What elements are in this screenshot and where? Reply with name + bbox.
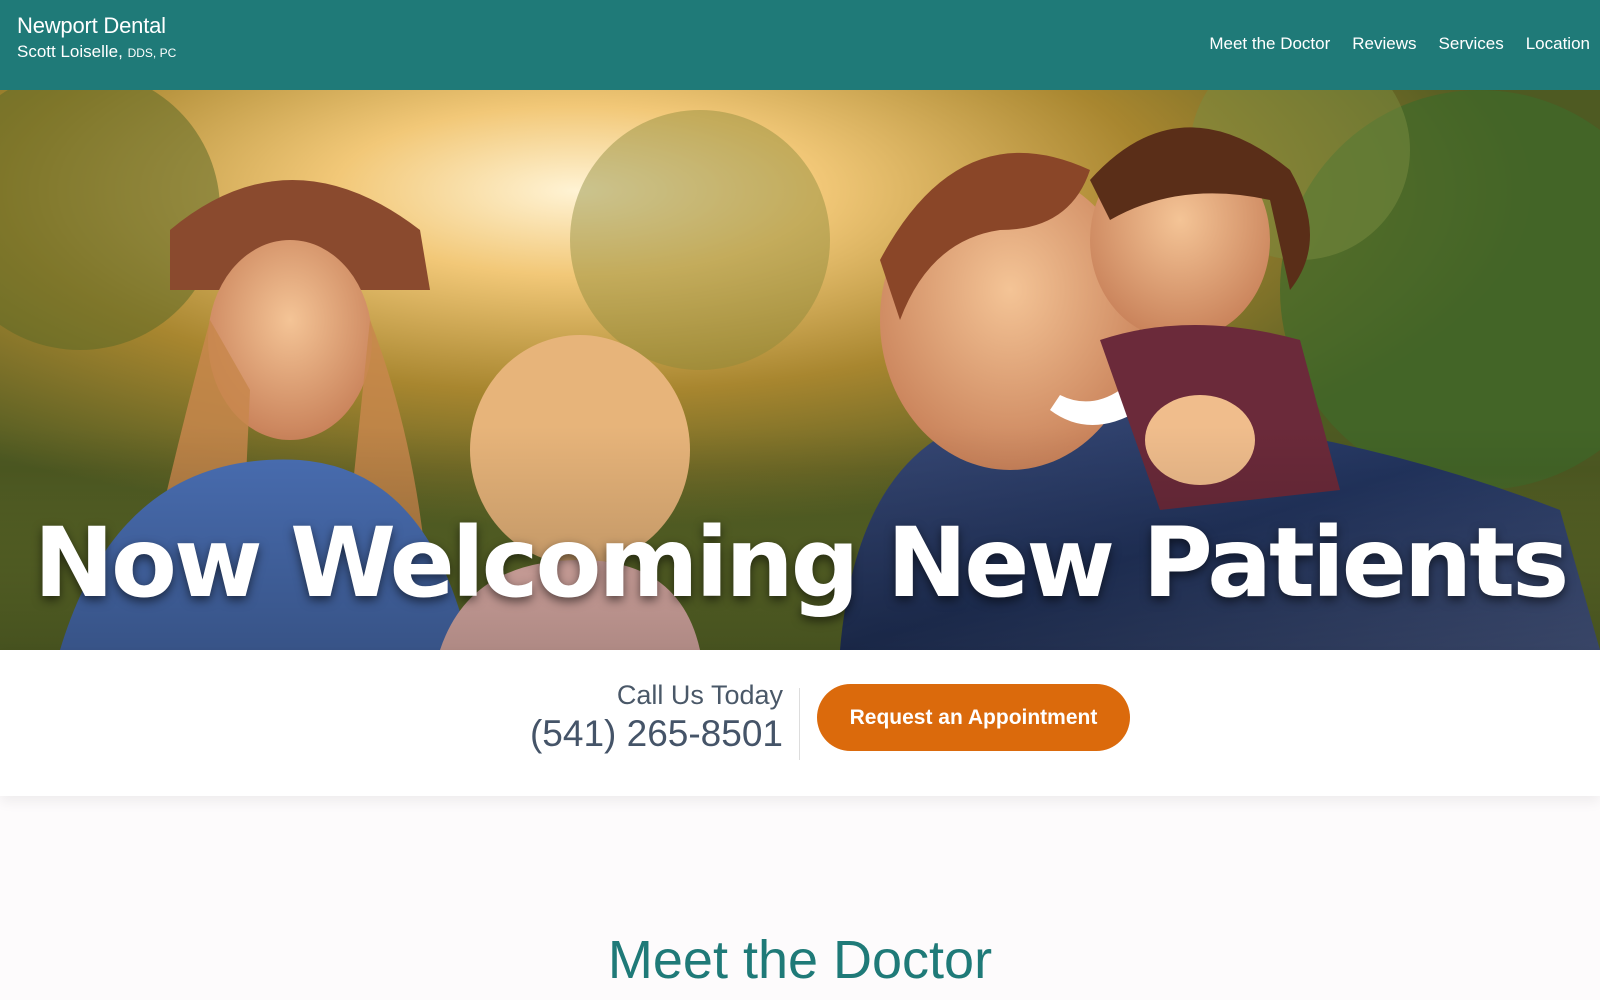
request-appointment-button[interactable]: Request an Appointment [817, 684, 1130, 751]
hero-banner: Now Welcoming New Patients [0, 90, 1600, 650]
call-block: Call Us Today (541) 265-8501 [530, 678, 783, 756]
contact-bar: Call Us Today (541) 265-8501 Request an … [0, 650, 1600, 796]
hero-headline: Now Welcoming New Patients [33, 507, 1570, 619]
call-label: Call Us Today [616, 680, 783, 710]
section-heading-meet-the-doctor: Meet the Doctor [607, 930, 993, 990]
brand-logo-link[interactable]: Newport Dental Scott Loiselle, DDS, PC [17, 12, 176, 65]
doctor-credentials: DDS, PC [127, 46, 177, 60]
doctor-name-line: Scott Loiselle, DDS, PC [17, 40, 176, 65]
phone-link[interactable]: (541) 265-8501 [530, 712, 783, 756]
nav-services[interactable]: Services [1439, 31, 1504, 57]
doctor-name: Scott Loiselle, [17, 42, 123, 61]
nav-reviews[interactable]: Reviews [1352, 31, 1416, 57]
site-header: Newport Dental Scott Loiselle, DDS, PC M… [0, 0, 1600, 90]
main-nav: Meet the Doctor Reviews Services Locatio… [1209, 31, 1590, 57]
nav-location[interactable]: Location [1526, 31, 1590, 57]
nav-meet-the-doctor[interactable]: Meet the Doctor [1209, 31, 1330, 57]
contact-divider [799, 688, 800, 760]
practice-name: Newport Dental [17, 13, 166, 38]
